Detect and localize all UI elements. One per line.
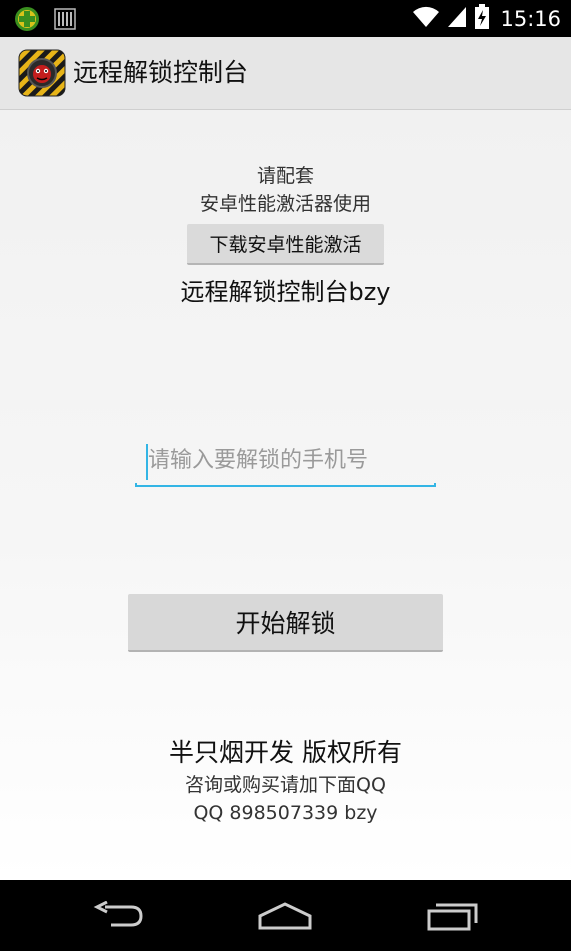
app-notification-icon <box>14 6 40 36</box>
notification-area <box>14 6 76 36</box>
download-activator-button[interactable]: 下载安卓性能激活 <box>187 224 384 265</box>
app-title: 远程解锁控制台 <box>73 58 249 87</box>
action-bar: 远程解锁控制台 <box>0 37 571 110</box>
phone-number-field[interactable] <box>135 436 436 486</box>
back-icon[interactable] <box>78 896 158 936</box>
text-cursor <box>146 444 148 480</box>
system-status-area: 15:16 <box>412 4 561 34</box>
battery-icon <box>474 4 490 34</box>
qq-contact-text: QQ 898507339 bzy <box>193 802 378 824</box>
phone-number-input[interactable] <box>135 436 436 484</box>
clock: 15:16 <box>500 7 561 31</box>
navigation-bar <box>0 880 571 951</box>
home-icon[interactable] <box>245 896 325 936</box>
phone-input-underline <box>135 483 436 487</box>
start-unlock-button[interactable]: 开始解锁 <box>128 594 443 652</box>
status-bar: 15:16 <box>0 0 571 37</box>
hint-line-1: 请配套 <box>256 165 314 187</box>
main-content: 请配套 安卓性能激活器使用 下载安卓性能激活 远程解锁控制台bzy 开始解锁 半… <box>0 110 571 880</box>
recent-apps-icon[interactable] <box>413 896 493 936</box>
app-logo-icon[interactable] <box>18 49 66 97</box>
barcode-notification-icon <box>54 7 76 35</box>
console-subtitle: 远程解锁控制台bzy <box>180 278 391 306</box>
consult-text: 咨询或购买请加下面QQ <box>185 774 386 796</box>
wifi-icon <box>412 5 440 33</box>
cell-signal-icon <box>446 5 468 33</box>
hint-line-2: 安卓性能激活器使用 <box>199 193 371 215</box>
copyright-text: 半只烟开发 版权所有 <box>169 738 402 767</box>
